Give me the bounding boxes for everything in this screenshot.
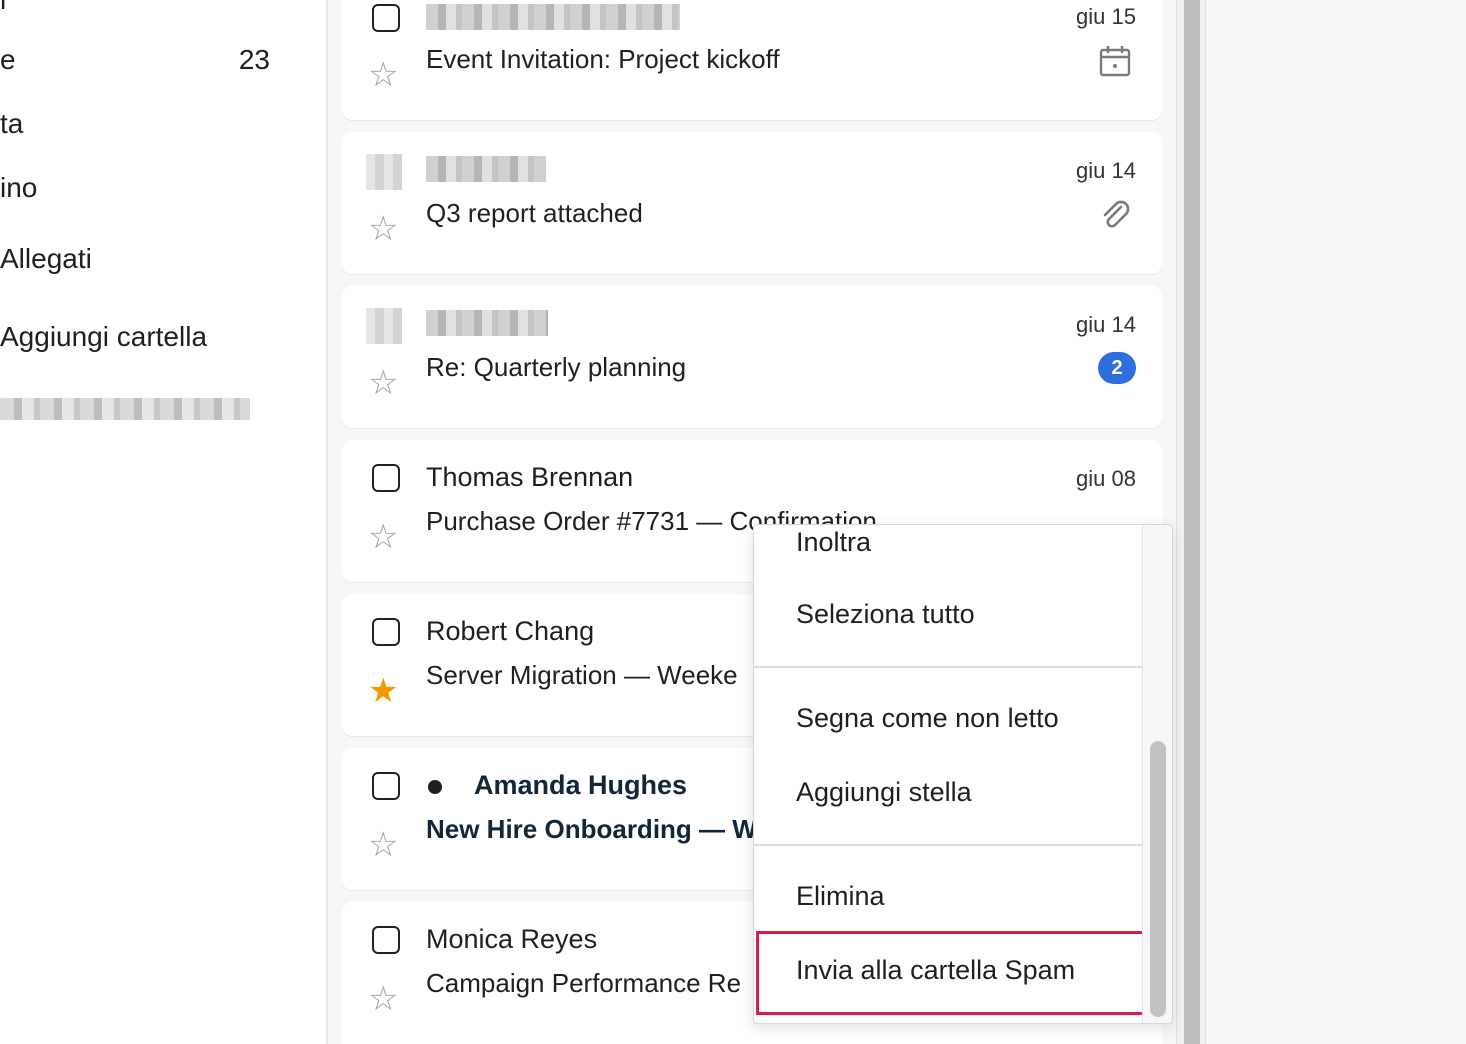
menu-separator <box>754 666 1142 668</box>
unread-dot-icon <box>428 780 442 794</box>
avatar <box>366 154 402 190</box>
message-date: giu 14 <box>1076 312 1136 337</box>
menu-item-add-star[interactable]: Aggiungi stella <box>796 777 972 808</box>
list-item[interactable]: giu 15 ☆ Event Invitation: Project kicko… <box>342 0 1162 120</box>
menu-item-delete[interactable]: Elimina <box>796 881 885 912</box>
star-filled-icon[interactable]: ★ <box>368 674 398 708</box>
star-icon[interactable]: ☆ <box>368 212 398 246</box>
message-sender: Amanda Hughes <box>474 770 688 800</box>
list-item[interactable]: giu 14 ☆ Q3 report attached <box>342 132 1162 274</box>
star-icon[interactable]: ☆ <box>368 58 398 92</box>
message-sender: Robert Chang <box>426 616 595 646</box>
calendar-icon <box>1099 46 1131 77</box>
menu-scrollbar-thumb[interactable] <box>1150 741 1166 1017</box>
avatar <box>366 308 402 344</box>
select-checkbox[interactable] <box>372 926 400 954</box>
menu-separator <box>754 844 1142 846</box>
list-scrollbar-thumb[interactable] <box>1184 0 1200 1044</box>
message-date: giu 08 <box>1076 466 1136 491</box>
message-subject: Event Invitation: Project kickoff <box>426 44 780 74</box>
select-checkbox[interactable] <box>372 618 400 646</box>
menu-item-mark-unread[interactable]: Segna come non letto <box>796 703 1059 734</box>
sidebar-item-sent[interactable]: ta <box>0 108 23 140</box>
message-subject: Server Migration — Weeke <box>426 660 738 690</box>
message-sender: Thomas Brennan <box>426 462 634 492</box>
star-icon[interactable]: ☆ <box>368 982 398 1016</box>
sender-redacted <box>426 4 680 30</box>
menu-item-forward[interactable]: Inoltra <box>796 527 871 558</box>
sidebar-item-count: 23 <box>238 44 270 75</box>
message-subject: Q3 report attached <box>426 198 643 228</box>
account-email-redacted <box>0 398 250 420</box>
star-icon[interactable]: ☆ <box>368 366 398 400</box>
message-date: giu 14 <box>1076 158 1136 183</box>
menu-item-select-all[interactable]: Seleziona tutto <box>796 599 975 630</box>
select-checkbox[interactable] <box>372 464 400 492</box>
message-date: giu 15 <box>1076 4 1136 29</box>
reading-pane <box>1206 0 1466 1044</box>
sidebar-item-trash[interactable]: ino <box>0 172 37 204</box>
paperclip-icon <box>1103 200 1130 228</box>
sidebar-item-attachments[interactable]: Allegati <box>0 243 92 275</box>
star-icon[interactable]: ☆ <box>368 828 398 862</box>
sender-redacted <box>426 310 548 336</box>
star-icon[interactable]: ☆ <box>368 520 398 554</box>
thread-count-badge: 2 <box>1098 352 1136 384</box>
list-item[interactable]: giu 14 ☆ Re: Quarterly planning 2 <box>342 286 1162 428</box>
message-subject: New Hire Onboarding — W <box>426 814 756 844</box>
message-sender: Monica Reyes <box>426 924 598 954</box>
sidebar-item-partial[interactable]: l <box>0 0 6 16</box>
sidebar-item-inbox[interactable]: e <box>0 44 16 76</box>
sender-redacted <box>426 156 546 182</box>
message-subject: Campaign Performance Re <box>426 968 742 998</box>
context-menu: Inoltra Seleziona tutto Segna come non l… <box>753 524 1173 1024</box>
spam-item-highlight <box>756 931 1148 1015</box>
folder-sidebar: l e 23 ta ino Allegati Aggiungi cartella <box>0 0 326 1044</box>
add-folder-button[interactable]: Aggiungi cartella <box>0 321 207 353</box>
select-checkbox[interactable] <box>372 772 400 800</box>
select-checkbox[interactable] <box>372 4 400 32</box>
message-subject: Re: Quarterly planning <box>426 352 687 382</box>
